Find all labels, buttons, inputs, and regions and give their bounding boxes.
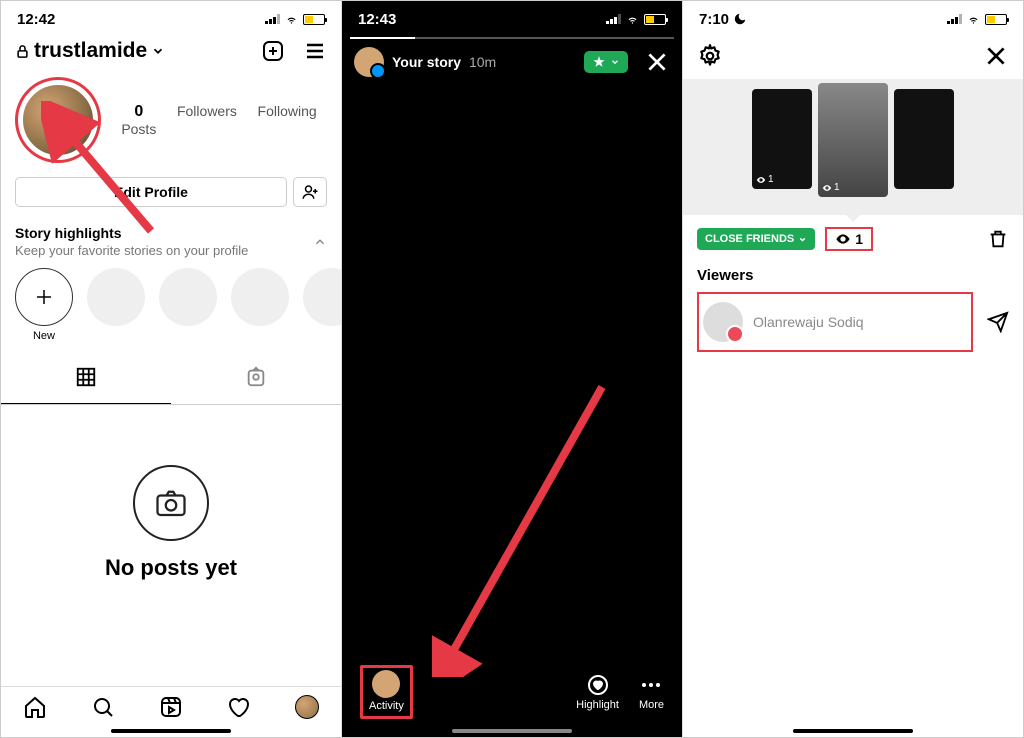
eye-icon (756, 175, 766, 185)
reels-icon[interactable] (159, 695, 183, 719)
close-friends-badge[interactable] (584, 51, 628, 73)
status-bar: 12:43 (342, 1, 682, 33)
view-count-badge[interactable]: 1 (825, 227, 873, 251)
eye-icon (822, 183, 832, 193)
add-person-icon (301, 183, 319, 201)
create-post-icon[interactable] (261, 39, 285, 63)
viewer-avatar-icon (372, 670, 400, 698)
story-avatar[interactable] (354, 47, 384, 77)
more-label: More (639, 699, 664, 711)
tagged-tab[interactable] (171, 356, 341, 404)
send-icon[interactable] (987, 311, 1009, 333)
activity-label: Activity (369, 700, 404, 712)
username-dropdown[interactable]: trustlamide (15, 39, 165, 63)
highlight-label: Highlight (576, 699, 619, 711)
following-stat[interactable]: Following (258, 103, 317, 137)
highlight-placeholder (87, 268, 145, 342)
dnd-moon-icon (733, 12, 747, 26)
wifi-icon (625, 14, 640, 25)
story-thumb[interactable]: 1 (752, 89, 812, 189)
highlight-placeholder (159, 268, 217, 342)
story-thumb-active[interactable]: 1 (818, 83, 888, 197)
home-indicator (452, 729, 572, 733)
profile-nav-icon[interactable] (295, 695, 319, 719)
story-view-screen: 12:43 Your story 10m Activity Highlight (342, 1, 683, 737)
profile-screen: 12:42 trustlamide 0 Posts Follower (1, 1, 342, 737)
wifi-icon (966, 14, 981, 25)
highlight-heart-icon (586, 673, 610, 697)
close-icon[interactable] (983, 43, 1009, 69)
discover-people-button[interactable] (293, 177, 327, 207)
posts-stat[interactable]: 0 Posts (121, 103, 156, 137)
new-highlight-button[interactable]: New (15, 268, 73, 342)
viewers-screen: 7:10 1 1 CLOSE FRIENDS 1 (683, 1, 1023, 737)
home-icon[interactable] (23, 695, 47, 719)
profile-avatar-story-ring[interactable] (15, 77, 101, 163)
no-posts-text: No posts yet (1, 555, 341, 581)
grid-icon (75, 366, 97, 388)
close-icon[interactable] (644, 49, 670, 75)
plus-icon (32, 285, 56, 309)
highlights-subtitle: Keep your favorite stories on your profi… (15, 243, 248, 258)
more-icon (639, 673, 663, 697)
chevron-down-icon (610, 57, 620, 67)
highlights-title: Story highlights (15, 225, 248, 241)
chevron-down-icon (798, 235, 807, 244)
clock: 12:42 (17, 11, 55, 28)
story-thumb[interactable] (894, 89, 954, 189)
chevron-up-icon[interactable] (313, 235, 327, 249)
lock-icon (15, 44, 30, 59)
viewer-row[interactable]: Olanrewaju Sodiq (697, 292, 973, 352)
highlight-placeholder (303, 268, 342, 342)
activity-button[interactable]: Activity (360, 665, 413, 719)
story-title: Your story (392, 54, 461, 70)
highlight-button[interactable]: Highlight (576, 673, 619, 711)
story-progress (350, 37, 674, 39)
eye-icon (835, 231, 851, 247)
battery-icon (644, 14, 666, 25)
more-button[interactable]: More (639, 673, 664, 711)
wifi-icon (284, 14, 299, 25)
heart-icon[interactable] (227, 695, 251, 719)
profile-avatar (21, 83, 95, 157)
status-bar: 7:10 (683, 1, 1023, 33)
signal-icon (265, 14, 280, 24)
signal-icon (606, 14, 621, 24)
viewer-avatar (703, 302, 743, 342)
caret-indicator (845, 214, 861, 222)
menu-icon[interactable] (303, 39, 327, 63)
home-indicator (793, 729, 913, 733)
signal-icon (947, 14, 962, 24)
clock: 7:10 (699, 11, 729, 28)
viewer-name: Olanrewaju Sodiq (753, 314, 864, 330)
grid-tab[interactable] (1, 356, 171, 404)
close-friends-dropdown[interactable]: CLOSE FRIENDS (697, 228, 815, 250)
camera-circle-icon (133, 465, 209, 541)
chevron-down-icon (151, 44, 165, 58)
viewers-heading: Viewers (697, 263, 1009, 292)
tagged-icon (245, 366, 267, 388)
edit-profile-button[interactable]: Edit Profile (15, 177, 287, 207)
username-text: trustlamide (34, 39, 147, 63)
status-bar: 12:42 (1, 1, 341, 33)
star-icon (592, 55, 606, 69)
settings-icon[interactable] (697, 43, 723, 69)
followers-stat[interactable]: Followers (177, 103, 237, 137)
battery-icon (985, 14, 1007, 25)
camera-icon (153, 485, 189, 521)
story-age: 10m (469, 54, 496, 70)
battery-icon (303, 14, 325, 25)
search-icon[interactable] (91, 695, 115, 719)
story-thumbnails[interactable]: 1 1 (683, 79, 1023, 215)
story-content[interactable] (342, 85, 682, 645)
trash-icon[interactable] (987, 228, 1009, 250)
clock: 12:43 (358, 11, 396, 28)
home-indicator (111, 729, 231, 733)
highlight-placeholder (231, 268, 289, 342)
